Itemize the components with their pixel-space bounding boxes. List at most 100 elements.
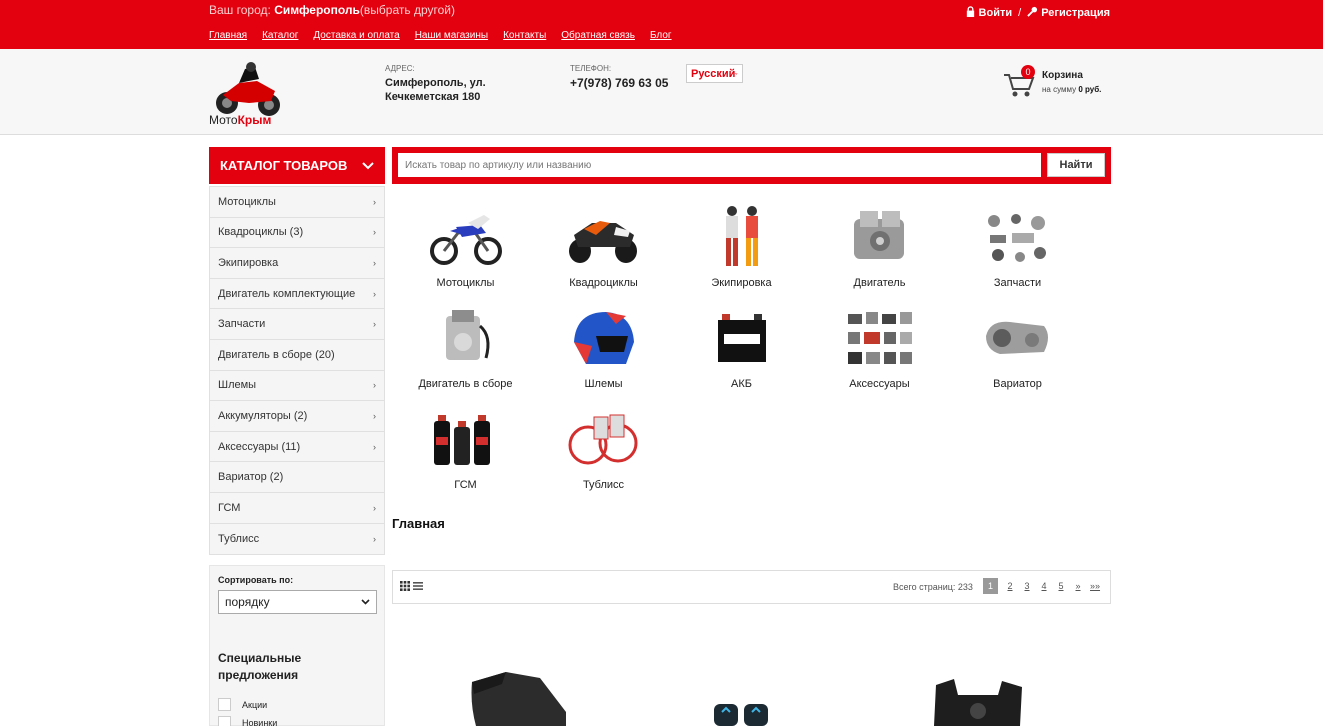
riding-gear-image	[726, 206, 758, 266]
page-link[interactable]: 5	[1056, 581, 1066, 591]
catalog-item-label: Аксессуары (11)	[218, 440, 301, 453]
catalog-item-motorcycles[interactable]: Мотоциклы ›	[210, 187, 384, 218]
category-tile-atv[interactable]: Квадроциклы	[536, 200, 671, 300]
category-tile-helmets[interactable]: Шлемы	[536, 301, 671, 401]
catalog-item-gear[interactable]: Экипировка ›	[210, 248, 384, 279]
catalog-toggle[interactable]: КАТАЛОГ ТОВАРОВ	[209, 147, 385, 184]
nav-catalog[interactable]: Каталог	[262, 30, 298, 41]
nav-delivery[interactable]: Доставка и оплата	[313, 30, 399, 41]
city-selector[interactable]: Ваш город: Симферополь(выбрать другой)	[209, 3, 455, 17]
catalog-item-batteries[interactable]: Аккумуляторы (2) ›	[210, 401, 384, 432]
category-label: Двигатель в сборе	[418, 378, 513, 390]
catalog-item-variator[interactable]: Вариатор (2)	[210, 462, 384, 493]
address: Симферополь, ул. Кечкеметская 180	[385, 77, 486, 103]
catalog-item-label: Аккумуляторы (2)	[218, 409, 308, 422]
sort-label: Сортировать по:	[218, 575, 294, 585]
product-helmet-image[interactable]	[466, 668, 576, 726]
login-link[interactable]: Войти	[965, 6, 1012, 19]
chevron-right-icon: ›	[373, 288, 376, 299]
category-tile-variator[interactable]: Вариатор	[950, 301, 1085, 401]
auth-separator: /	[1018, 6, 1022, 19]
catalog-item-label: Тублисс	[218, 532, 260, 545]
address-label: АДРЕС:	[385, 64, 415, 73]
checkbox[interactable]	[218, 716, 231, 726]
cart-widget[interactable]: 0 Корзина на сумму 0 руб.	[1003, 65, 1113, 99]
category-tile-lubricants[interactable]: ГСМ	[398, 402, 533, 502]
site-logo[interactable]: МотоКрым	[209, 61, 289, 129]
catalog-item-label: Мотоциклы	[218, 195, 276, 208]
helmet-image	[574, 312, 634, 364]
special-offers-title: Специальные предложения	[218, 651, 302, 682]
chevron-down-icon	[361, 599, 370, 605]
category-label: Аксессуары	[849, 378, 910, 390]
svg-text:МотоКрым: МотоКрым	[209, 113, 271, 127]
city-change-link[interactable]: (выбрать другой)	[360, 3, 455, 17]
chevron-right-icon: ›	[373, 533, 376, 544]
catalog-item-accessories[interactable]: Аксессуары (11) ›	[210, 432, 384, 463]
page-link[interactable]: 4	[1039, 581, 1049, 591]
register-label: Регистрация	[1041, 7, 1110, 19]
catalog-item-lubricants[interactable]: ГСМ ›	[210, 493, 384, 524]
search-button[interactable]: Найти	[1047, 153, 1105, 177]
next-page-link[interactable]: »	[1073, 581, 1083, 591]
cart-sum: на сумму 0 руб.	[1042, 85, 1101, 94]
catalog-title: КАТАЛОГ ТОВАРОВ	[220, 158, 348, 173]
catalog-item-engine-parts[interactable]: Двигатель комплектующие ›	[210, 279, 384, 310]
category-tile-engine[interactable]: Двигатель	[812, 200, 947, 300]
chevron-down-icon	[735, 72, 738, 75]
page-title: Главная	[392, 516, 445, 531]
logo-text-krym: Крым	[238, 113, 272, 127]
catalog-item-helmets[interactable]: Шлемы ›	[210, 371, 384, 402]
catalog-item-label: Квадроциклы (3)	[218, 226, 304, 239]
category-tile-gear[interactable]: Экипировка	[674, 200, 809, 300]
category-label: Запчасти	[993, 277, 1042, 289]
page-link-current[interactable]: 1	[983, 578, 999, 594]
list-view-icon[interactable]	[413, 581, 423, 591]
page-link[interactable]: 2	[1005, 581, 1015, 591]
catalog-item-engine-assembly[interactable]: Двигатель в сборе (20)	[210, 340, 384, 371]
category-tile-spare-parts[interactable]: Запчасти	[950, 200, 1085, 300]
city-name[interactable]: Симферополь	[274, 3, 360, 17]
catalog-item-label: Шлемы	[218, 379, 257, 392]
catalog-item-spare-parts[interactable]: Запчасти ›	[210, 309, 384, 340]
category-label: ГСМ	[454, 479, 477, 491]
motorcycle-logo-icon: МотоКрым	[209, 62, 280, 127]
chevron-right-icon: ›	[373, 380, 376, 391]
category-tile-engine-assembly[interactable]: Двигатель в сборе	[398, 301, 533, 401]
language-select[interactable]: Русский	[686, 64, 743, 83]
register-link[interactable]: Регистрация	[1027, 6, 1110, 19]
category-label: Двигатель	[853, 277, 906, 289]
category-tile-battery[interactable]: АКБ	[674, 301, 809, 401]
nav-blog[interactable]: Блог	[650, 30, 672, 41]
product-part-image[interactable]	[928, 675, 1028, 726]
catalog-item-tubliss[interactable]: Тублисс ›	[210, 524, 384, 555]
checkbox-promotions[interactable]: Акции	[218, 698, 267, 711]
chevron-right-icon: ›	[373, 441, 376, 452]
category-tile-motorcycles[interactable]: Мотоциклы	[398, 200, 533, 300]
search-input[interactable]	[398, 153, 1041, 177]
phone-number[interactable]: +7(978) 769 63 05	[570, 76, 668, 90]
category-tile-accessories[interactable]: Аксессуары	[812, 301, 947, 401]
top-bar: Ваш город: Симферополь(выбрать другой) В…	[0, 0, 1323, 49]
page-link[interactable]: 3	[1022, 581, 1032, 591]
last-page-link[interactable]: »»	[1090, 581, 1100, 591]
cart-title: Корзина	[1042, 70, 1083, 81]
chevron-right-icon: ›	[373, 319, 376, 330]
nav-stores[interactable]: Наши магазины	[415, 30, 488, 41]
product-knee-guards-image[interactable]	[712, 700, 772, 726]
nav-contacts[interactable]: Контакты	[503, 30, 546, 41]
battery-image	[718, 314, 766, 362]
category-tile-tubliss[interactable]: Тублисс	[536, 402, 671, 502]
sort-select[interactable]: порядку	[218, 590, 377, 614]
chevron-right-icon: ›	[373, 196, 376, 207]
language-value: Русский	[691, 67, 736, 80]
checkbox[interactable]	[218, 698, 231, 711]
grid-view-icon[interactable]	[400, 581, 410, 591]
nav-feedback[interactable]: Обратная связь	[561, 30, 635, 41]
chevron-right-icon: ›	[373, 502, 376, 513]
checkbox-new-items[interactable]: Новинки	[218, 716, 277, 726]
site-header: МотоКрым АДРЕС: Симферополь, ул. Кечкеме…	[0, 49, 1323, 135]
nav-home[interactable]: Главная	[209, 30, 247, 41]
category-label: Тублисс	[582, 479, 625, 491]
catalog-item-atv[interactable]: Квадроциклы (3) ›	[210, 218, 384, 249]
